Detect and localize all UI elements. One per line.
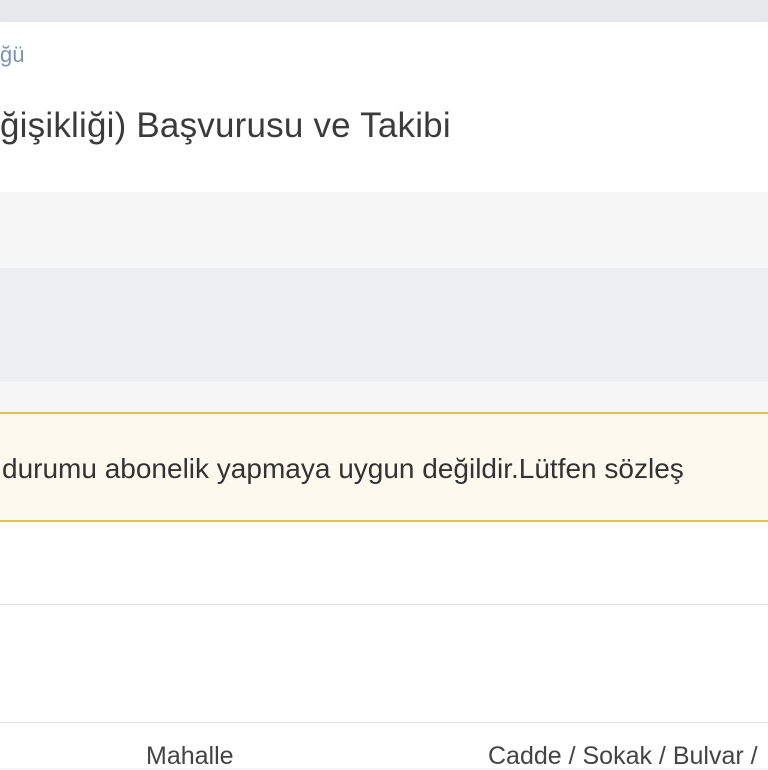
warning-message: durumu abonelik yapmaya uygun değildir.L…	[2, 453, 684, 484]
table-header-divider	[0, 722, 768, 723]
column-header-cadde: Cadde / Sokak / Bulvar /	[488, 742, 758, 770]
page-title: ğişikliği) Başvurusu ve Takibi	[0, 106, 451, 145]
content-gap	[0, 382, 768, 412]
top-bar	[0, 0, 768, 22]
column-header-mahalle: Mahalle	[146, 742, 234, 770]
form-area	[0, 522, 768, 768]
warning-alert: durumu abonelik yapmaya uygun değildir.L…	[0, 412, 768, 522]
content-spacer	[0, 192, 768, 268]
info-panel	[0, 268, 768, 382]
breadcrumb[interactable]: ğü	[0, 44, 24, 66]
divider	[0, 604, 768, 605]
